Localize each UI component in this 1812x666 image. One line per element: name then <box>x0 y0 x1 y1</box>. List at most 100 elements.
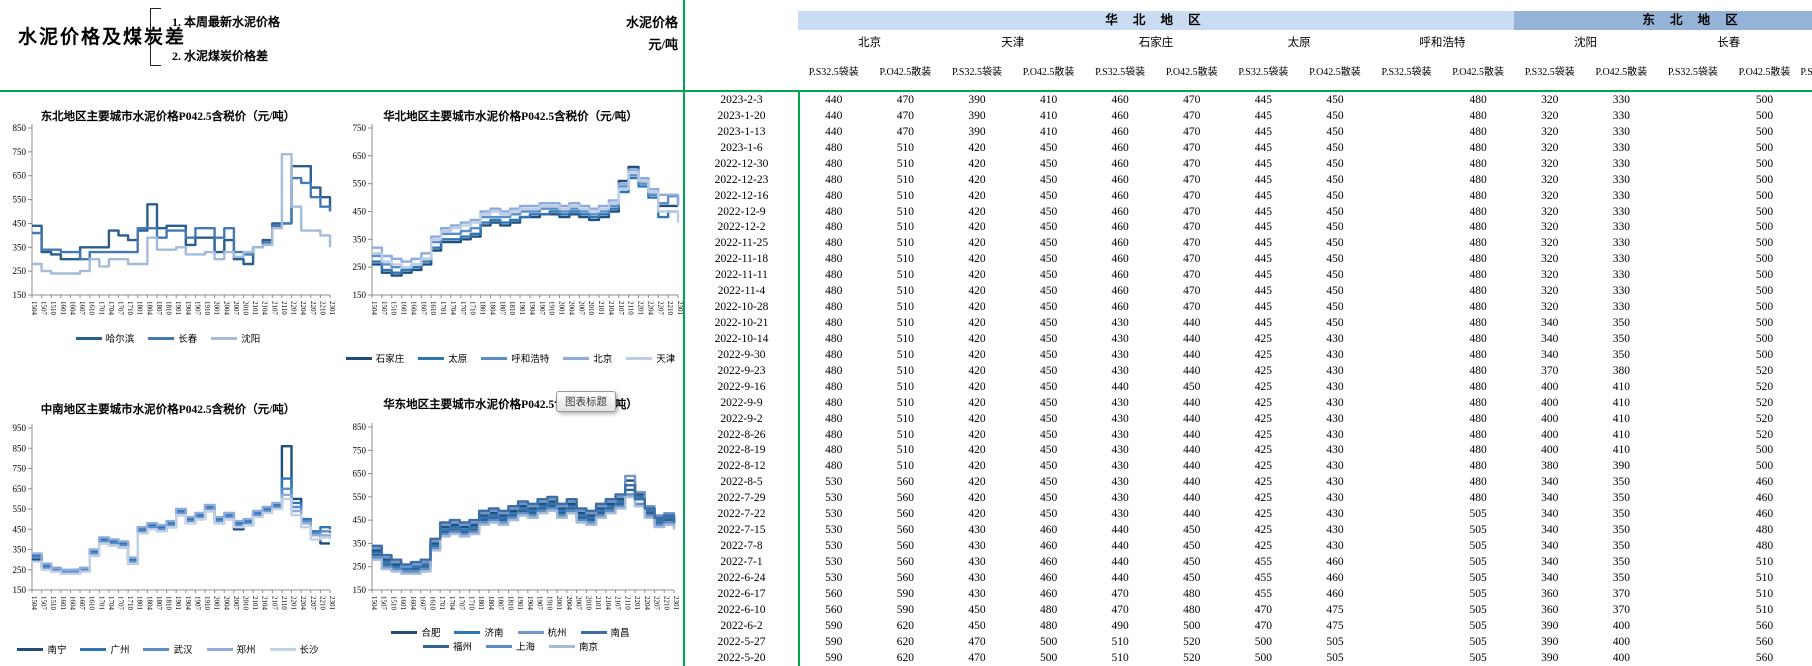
price-cell[interactable]: 470 <box>1228 603 1300 619</box>
price-cell[interactable]: 590 <box>798 635 870 651</box>
price-cell[interactable]: 450 <box>1299 316 1371 332</box>
price-cell[interactable]: 445 <box>1228 157 1300 173</box>
grade-subheader[interactable]: P.S32.5袋装 <box>798 58 870 88</box>
price-cell[interactable]: 480 <box>1442 236 1514 252</box>
price-cell[interactable] <box>1657 523 1729 539</box>
price-cell[interactable] <box>1657 141 1729 157</box>
price-cell[interactable] <box>1657 109 1729 125</box>
price-cell[interactable]: 470 <box>941 635 1013 651</box>
price-cell[interactable]: 510 <box>1729 571 1801 587</box>
price-cell[interactable]: 460 <box>1729 491 1801 507</box>
price-cell[interactable]: 450 <box>1013 189 1085 205</box>
price-cell[interactable]: 430 <box>1084 348 1156 364</box>
legend-item[interactable]: 石家庄 <box>346 351 405 365</box>
price-cell[interactable]: 420 <box>941 443 1013 459</box>
price-cell[interactable]: 500 <box>1729 109 1801 125</box>
price-cell[interactable]: 480 <box>1442 125 1514 141</box>
region-header-dongbei[interactable]: 东 北 地 区 <box>1514 11 1812 30</box>
price-cell[interactable] <box>1371 364 1443 380</box>
price-cell[interactable]: 510 <box>870 141 942 157</box>
price-cell[interactable]: 450 <box>1013 443 1085 459</box>
grade-subheader[interactable]: P.O42.5散装 <box>1442 58 1514 88</box>
price-cell[interactable]: 440 <box>1156 475 1228 491</box>
price-cell[interactable]: 505 <box>1442 539 1514 555</box>
price-cell[interactable]: 450 <box>1013 459 1085 475</box>
price-cell[interactable]: 500 <box>1729 332 1801 348</box>
price-cell[interactable]: 420 <box>941 268 1013 284</box>
date-cell[interactable]: 2022-9-30 <box>685 348 798 364</box>
date-cell[interactable]: 2023-1-13 <box>685 125 798 141</box>
price-cell[interactable]: 480 <box>1442 443 1514 459</box>
price-cell[interactable]: 510 <box>870 428 942 444</box>
price-cell[interactable]: 430 <box>1084 412 1156 428</box>
price-cell[interactable]: 470 <box>1156 220 1228 236</box>
price-cell[interactable]: 520 <box>1729 380 1801 396</box>
price-cell[interactable]: 560 <box>1729 619 1801 635</box>
grade-subheader[interactable]: P.S32.5袋装 <box>941 58 1013 88</box>
price-cell[interactable]: 330 <box>1586 93 1658 109</box>
price-cell[interactable] <box>1657 491 1729 507</box>
price-cell[interactable] <box>1371 587 1443 603</box>
price-cell[interactable]: 420 <box>941 252 1013 268</box>
price-cell[interactable] <box>1657 236 1729 252</box>
price-cell[interactable]: 340 <box>1514 475 1586 491</box>
price-cell[interactable] <box>1371 507 1443 523</box>
grade-subheader[interactable]: P.O42.5散装 <box>1729 58 1801 88</box>
price-cell[interactable]: 440 <box>1156 332 1228 348</box>
price-cell[interactable]: 420 <box>941 459 1013 475</box>
price-cell[interactable]: 440 <box>1084 555 1156 571</box>
price-cell[interactable]: 380 <box>1586 364 1658 380</box>
price-cell[interactable]: 505 <box>1442 635 1514 651</box>
price-cell[interactable]: 460 <box>1084 157 1156 173</box>
price-cell[interactable] <box>1657 220 1729 236</box>
price-cell[interactable]: 450 <box>1299 284 1371 300</box>
price-cell[interactable]: 500 <box>1729 157 1801 173</box>
price-cell[interactable]: 510 <box>870 316 942 332</box>
price-cell[interactable]: 440 <box>1156 316 1228 332</box>
price-cell[interactable]: 480 <box>798 412 870 428</box>
price-cell[interactable]: 330 <box>1586 189 1658 205</box>
price-cell[interactable]: 450 <box>1299 300 1371 316</box>
price-cell[interactable] <box>1371 300 1443 316</box>
price-cell[interactable]: 480 <box>1013 619 1085 635</box>
price-cell[interactable]: 460 <box>1013 571 1085 587</box>
legend-item[interactable]: 杭州 <box>518 625 567 639</box>
price-cell[interactable]: 470 <box>870 109 942 125</box>
price-cell[interactable] <box>1371 571 1443 587</box>
price-cell[interactable]: 500 <box>1729 348 1801 364</box>
price-cell[interactable]: 320 <box>1514 284 1586 300</box>
price-cell[interactable]: 560 <box>1729 635 1801 651</box>
price-cell[interactable]: 320 <box>1514 252 1586 268</box>
price-cell[interactable] <box>1371 125 1443 141</box>
price-cell[interactable]: 360 <box>1514 603 1586 619</box>
price-cell[interactable]: 460 <box>1084 125 1156 141</box>
price-cell[interactable]: 505 <box>1299 651 1371 666</box>
price-cell[interactable] <box>1371 428 1443 444</box>
price-cell[interactable]: 460 <box>1084 268 1156 284</box>
price-cell[interactable]: 460 <box>1084 189 1156 205</box>
price-cell[interactable]: 430 <box>941 555 1013 571</box>
grade-subheader-clipped[interactable]: P.S32.5袋装 <box>1800 58 1812 88</box>
price-cell[interactable] <box>1657 189 1729 205</box>
price-cell[interactable]: 460 <box>1084 252 1156 268</box>
price-cell[interactable]: 505 <box>1442 603 1514 619</box>
price-cell[interactable]: 480 <box>798 300 870 316</box>
price-cell[interactable]: 510 <box>870 189 942 205</box>
price-cell[interactable]: 480 <box>798 157 870 173</box>
price-cell[interactable] <box>1657 619 1729 635</box>
price-cell[interactable]: 470 <box>1156 109 1228 125</box>
price-cell[interactable]: 505 <box>1442 523 1514 539</box>
price-cell[interactable]: 450 <box>1156 539 1228 555</box>
price-cell[interactable] <box>1657 348 1729 364</box>
price-cell[interactable]: 450 <box>941 619 1013 635</box>
price-cell[interactable]: 330 <box>1586 252 1658 268</box>
price-cell[interactable]: 620 <box>870 651 942 666</box>
price-cell[interactable]: 450 <box>1013 396 1085 412</box>
date-cell[interactable]: 2022-7-1 <box>685 555 798 571</box>
legend-item[interactable]: 长春 <box>148 331 197 345</box>
price-cell[interactable]: 500 <box>1729 189 1801 205</box>
price-cell[interactable]: 560 <box>870 571 942 587</box>
price-cell[interactable] <box>1657 332 1729 348</box>
date-cell[interactable]: 2022-9-9 <box>685 396 798 412</box>
price-cell[interactable]: 450 <box>1013 300 1085 316</box>
